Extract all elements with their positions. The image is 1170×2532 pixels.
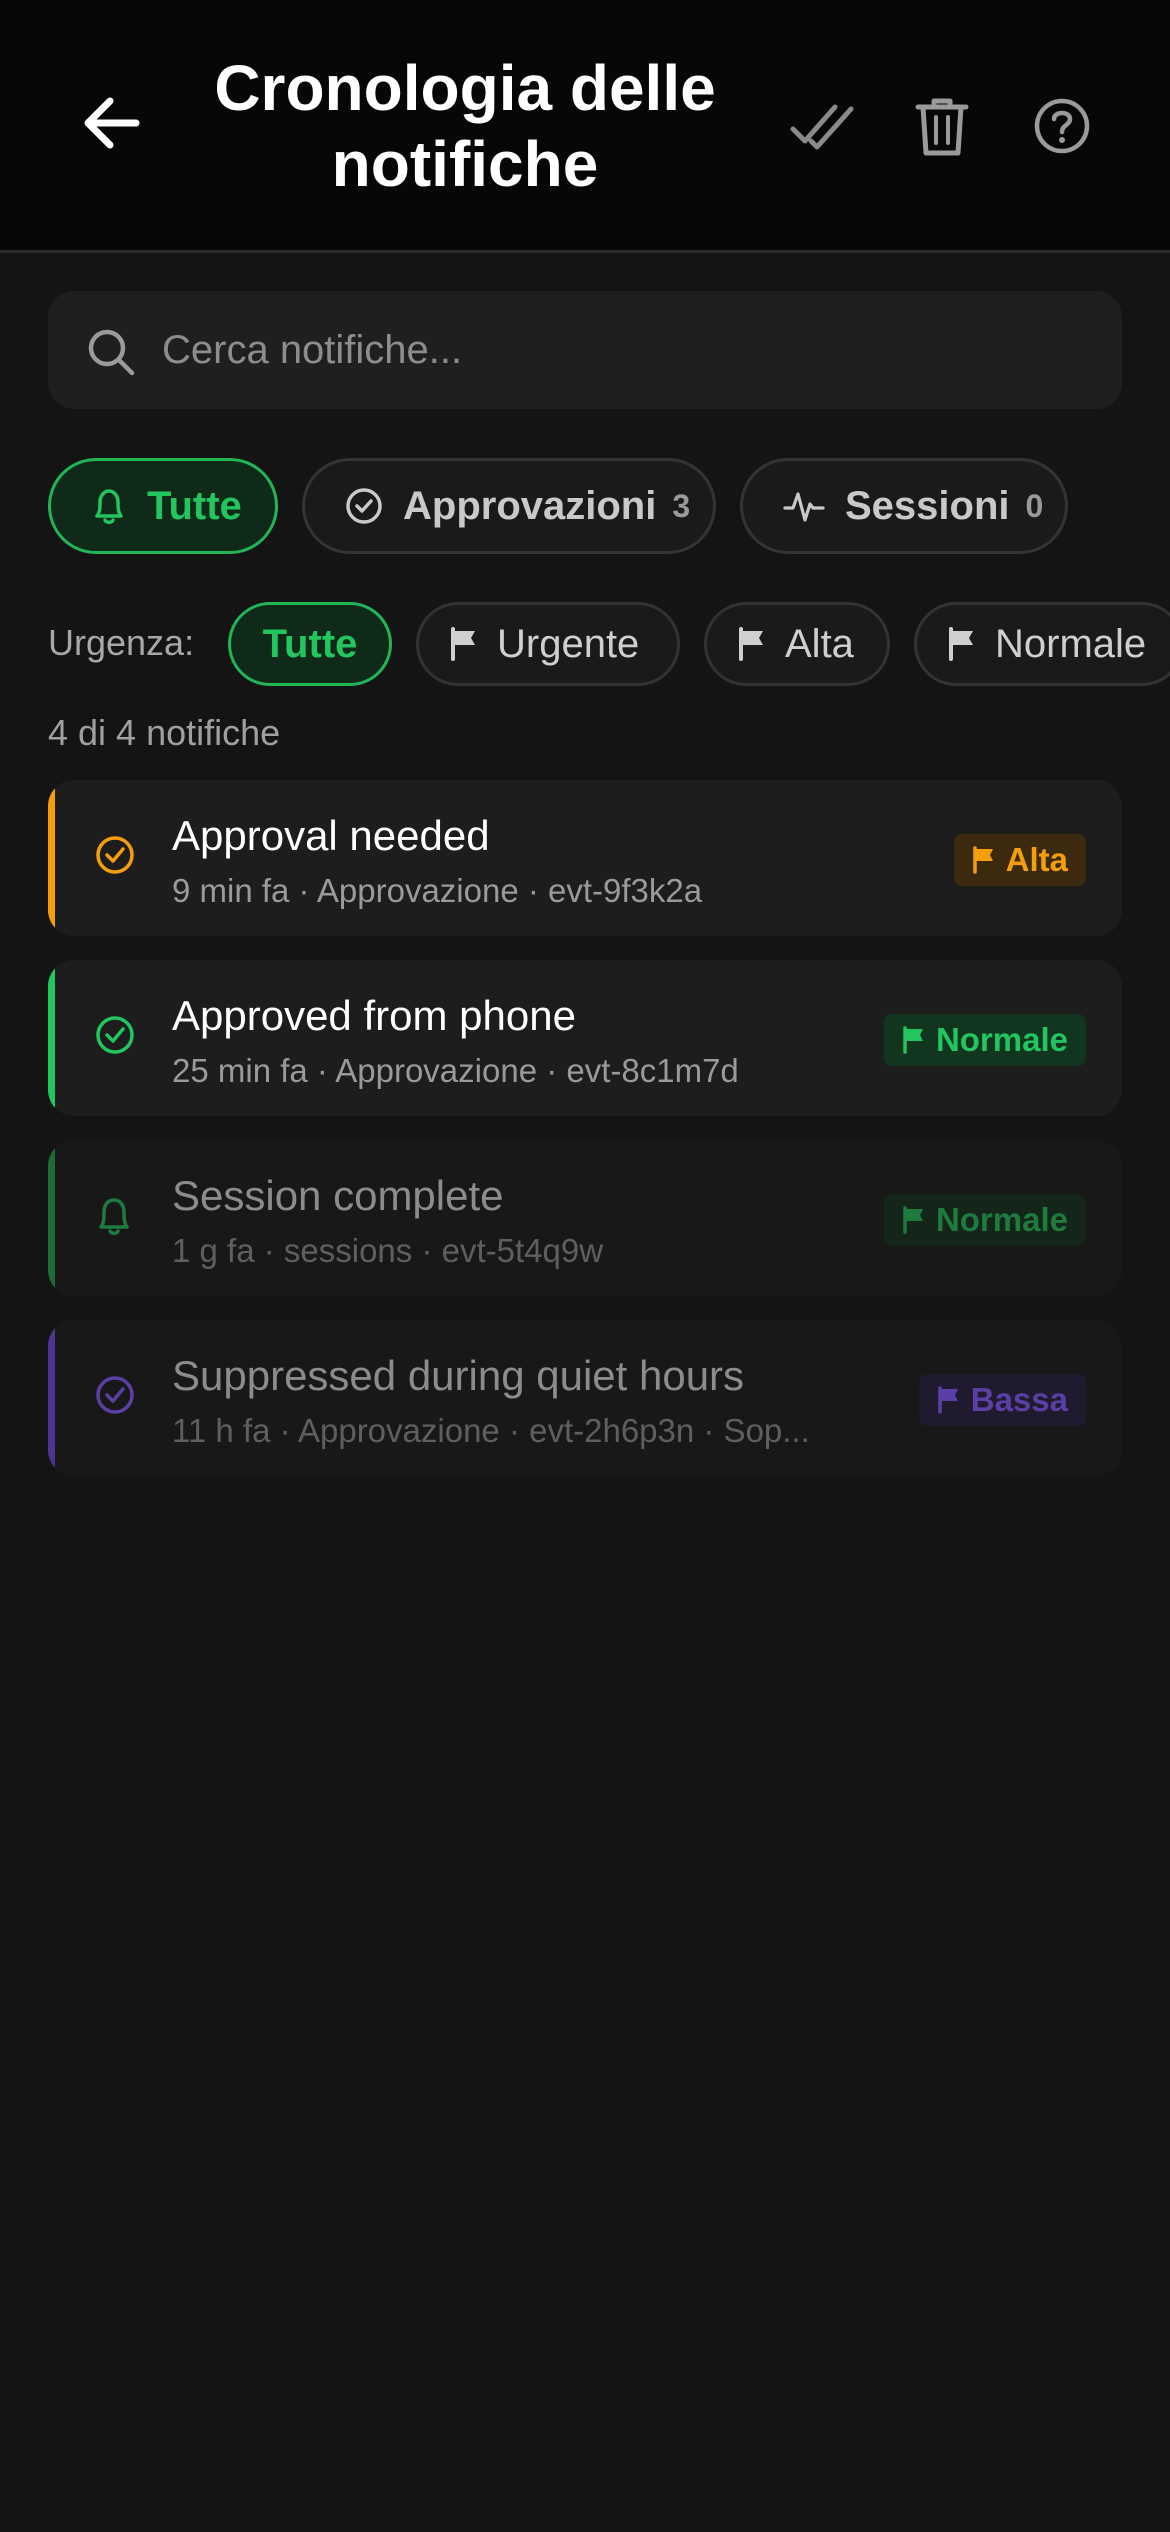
badge-label: Bassa (970, 1381, 1068, 1418)
urgency-chip-normale[interactable]: Normale (914, 602, 1170, 686)
help-button[interactable] (1012, 80, 1112, 176)
tab-label: Tutte (147, 483, 242, 528)
search-icon (86, 327, 136, 382)
notification-item[interactable]: Approval needed 9 min fa · Approvazione … (48, 780, 1122, 936)
help-circle-icon (1033, 97, 1091, 160)
notification-item[interactable]: Approved from phone 25 min fa · Approvaz… (48, 960, 1122, 1116)
bell-icon (94, 1194, 134, 1243)
badge-label: Normale (935, 1201, 1068, 1238)
tab-tutte[interactable]: Tutte (48, 458, 278, 554)
check-circle-icon (94, 1014, 136, 1061)
urgency-chip-alta[interactable]: Alta (704, 602, 890, 686)
flag-icon (902, 1026, 926, 1054)
double-check-icon (789, 101, 855, 156)
delete-all-button[interactable] (892, 80, 992, 176)
notification-meta: 25 min fa · Approvazione · evt-8c1m7d (172, 1052, 739, 1089)
badge-label: Normale (935, 1021, 1068, 1058)
check-circle-icon (345, 487, 383, 525)
notification-meta: 1 g fa · sessions · evt-5t4q9w (172, 1232, 604, 1269)
notification-title: Suppressed during quiet hours (172, 1352, 745, 1399)
tab-sessioni[interactable]: Sessioni 0 (740, 458, 1068, 554)
chip-label: Normale (995, 621, 1147, 666)
notification-title: Approved from phone (172, 992, 576, 1039)
search-input[interactable] (162, 291, 1082, 409)
tab-label: Approvazioni (403, 483, 657, 528)
urgency-bar (48, 1320, 55, 1476)
badge-label: Alta (1005, 841, 1068, 878)
app-header: Cronologia delle notifiche (0, 0, 1170, 253)
urgency-chip-tutte[interactable]: Tutte (228, 602, 392, 686)
back-button[interactable] (60, 80, 160, 170)
tab-label: Sessioni (845, 483, 1010, 528)
notification-title: Session complete (172, 1172, 504, 1219)
check-circle-icon (94, 834, 136, 881)
page-title: Cronologia delle notifiche (214, 52, 716, 200)
activity-icon (783, 488, 825, 524)
chip-label: Tutte (262, 621, 358, 666)
tab-count: 3 (672, 487, 691, 524)
flag-icon (449, 627, 479, 661)
chip-label: Alta (785, 621, 854, 666)
urgency-bar (48, 960, 55, 1116)
tab-approvazioni[interactable]: Approvazioni 3 (302, 458, 716, 554)
notification-item[interactable]: Session complete 1 g fa · sessions · evt… (48, 1140, 1122, 1296)
flag-icon (902, 1206, 926, 1234)
notification-meta: 9 min fa · Approvazione · evt-9f3k2a (172, 872, 703, 909)
urgency-badge: Alta (953, 834, 1086, 886)
chip-label: Urgente (497, 621, 640, 666)
check-circle-icon (94, 1374, 136, 1421)
tab-count: 0 (1025, 487, 1044, 524)
notification-meta: 11 h fa · Approvazione · evt-2h6p3n · So… (172, 1412, 810, 1449)
notification-item[interactable]: Suppressed during quiet hours 11 h fa · … (48, 1320, 1122, 1476)
arrow-left-icon (80, 95, 140, 156)
flag-icon (947, 627, 977, 661)
urgency-label: Urgenza: (48, 622, 195, 663)
urgency-badge: Normale (883, 1014, 1086, 1066)
mark-all-read-button[interactable] (772, 80, 872, 176)
flag-icon (972, 846, 996, 874)
urgency-badge: Bassa (918, 1374, 1086, 1426)
flag-icon (937, 1386, 961, 1414)
search-bar[interactable] (48, 291, 1122, 409)
urgency-chip-urgente[interactable]: Urgente (416, 602, 680, 686)
notification-title: Approval needed (172, 812, 490, 859)
urgency-badge: Normale (883, 1194, 1086, 1246)
result-count: 4 di 4 notifiche (48, 712, 281, 753)
flag-icon (737, 627, 767, 661)
trash-icon (914, 95, 970, 162)
urgency-bar (48, 1140, 55, 1296)
bell-icon (91, 486, 127, 526)
urgency-bar (48, 780, 55, 936)
